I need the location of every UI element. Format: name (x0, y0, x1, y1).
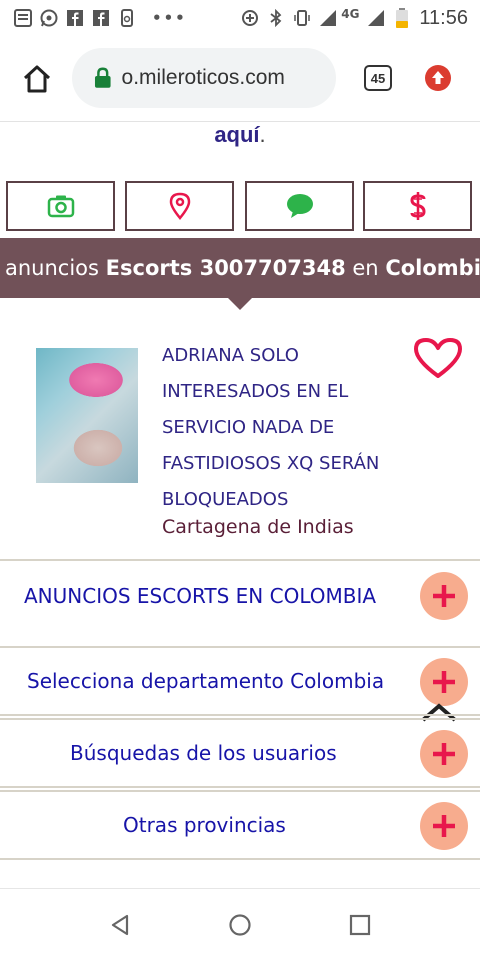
more-notifications: ••• (152, 9, 187, 27)
location-filter-button[interactable] (125, 181, 234, 231)
listing-title-line: ADRIANA SOLO (162, 345, 299, 366)
signal-icon (367, 9, 385, 27)
aqui-dot: . (259, 122, 266, 147)
data-saver-icon (241, 9, 259, 27)
listing-title-line: FASTIDIOSOS XQ SERÁN (162, 453, 380, 474)
listing-title-line: INTERESADOS EN EL (162, 381, 349, 402)
divider (0, 858, 480, 860)
section-otras-provincias[interactable]: Otras provincias (0, 792, 480, 858)
system-nav-bar (0, 888, 480, 960)
filter-icon-row (6, 181, 474, 231)
listing-title-line: BLOQUEADOS (162, 489, 289, 510)
section-busquedas[interactable]: Búsquedas de los usuarios (0, 720, 480, 786)
battery-icon (393, 8, 411, 28)
chat-filter-button[interactable] (245, 181, 354, 231)
expand-departamento-button[interactable] (420, 658, 468, 706)
news-icon (14, 9, 32, 27)
banner-en: en (352, 256, 379, 280)
section-label: Selecciona departamento Colombia (27, 669, 385, 693)
banner-pointer (227, 297, 253, 310)
network-type: 4G (341, 7, 360, 21)
listing-city: Cartagena de Indias (162, 516, 354, 538)
divider (0, 714, 480, 716)
plus-icon (433, 671, 455, 693)
facebook-icon (92, 9, 110, 27)
signal-icon (319, 9, 337, 27)
recents-icon[interactable] (348, 913, 372, 937)
expand-busquedas-button[interactable] (420, 730, 468, 778)
chat-bubble-icon (286, 194, 313, 218)
tab-switcher-button[interactable]: 45 (364, 65, 392, 91)
banner-count: 1 anuncios (0, 256, 99, 280)
aqui-link[interactable]: aquí (214, 122, 259, 147)
home-icon (23, 65, 51, 93)
section-label: Búsquedas de los usuarios (70, 741, 337, 765)
clock: 11:56 (419, 6, 468, 29)
address-bar[interactable]: o.mileroticos.com (72, 48, 336, 108)
price-filter-button[interactable] (363, 181, 472, 231)
banner-country: Colombia (385, 256, 480, 280)
vibrate-icon (293, 9, 311, 27)
plus-icon (433, 743, 455, 765)
photos-filter-button[interactable] (6, 181, 115, 231)
expand-anuncios-button[interactable] (420, 572, 468, 620)
listing-title-line: SERVICIO NADA DE (162, 417, 335, 438)
listing-thumbnail[interactable] (36, 348, 138, 483)
screen: ••• 4G 11:56 o.mileroticos.com 45 aquí. … (0, 0, 480, 960)
home-button[interactable] (20, 62, 54, 96)
url-text: o.mileroticos.com (121, 66, 285, 89)
location-pin-icon (169, 192, 190, 220)
section-label: ANUNCIOS ESCORTS EN COLOMBIA (24, 584, 377, 608)
aqui-line: aquí. (0, 122, 480, 148)
section-departamento[interactable]: Selecciona departamento Colombia (0, 648, 480, 714)
update-button[interactable] (424, 64, 452, 92)
phone-icon (118, 9, 136, 27)
heart-icon (414, 338, 462, 378)
bluetooth-icon (267, 9, 285, 27)
whatsapp-icon (40, 9, 58, 27)
section-anuncios-escorts[interactable]: ANUNCIOS ESCORTS EN COLOMBIA (0, 561, 480, 645)
lock-icon (94, 67, 111, 88)
divider (0, 786, 480, 788)
section-label: Otras provincias (123, 813, 286, 837)
status-bar: ••• 4G 11:56 (0, 0, 480, 36)
dollar-icon (409, 192, 426, 220)
listing-title[interactable]: ADRIANA SOLO INTERESADOS EN EL SERVICIO … (162, 338, 402, 518)
listing-card[interactable]: ADRIANA SOLO INTERESADOS EN EL SERVICIO … (0, 330, 480, 560)
expand-provincias-button[interactable] (420, 802, 468, 850)
facebook-icon (66, 9, 84, 27)
plus-icon (433, 815, 455, 837)
camera-icon (47, 195, 74, 218)
update-arrow-icon (425, 65, 451, 91)
favorite-button[interactable] (412, 336, 464, 380)
browser-toolbar: o.mileroticos.com 45 (0, 36, 480, 122)
home-circle-icon[interactable] (228, 913, 252, 937)
results-banner: 1 anuncios Escorts 3007707348 en Colombi… (0, 238, 480, 298)
plus-icon (433, 585, 455, 607)
banner-query: Escorts 3007707348 (105, 256, 346, 280)
back-icon[interactable] (108, 913, 132, 937)
